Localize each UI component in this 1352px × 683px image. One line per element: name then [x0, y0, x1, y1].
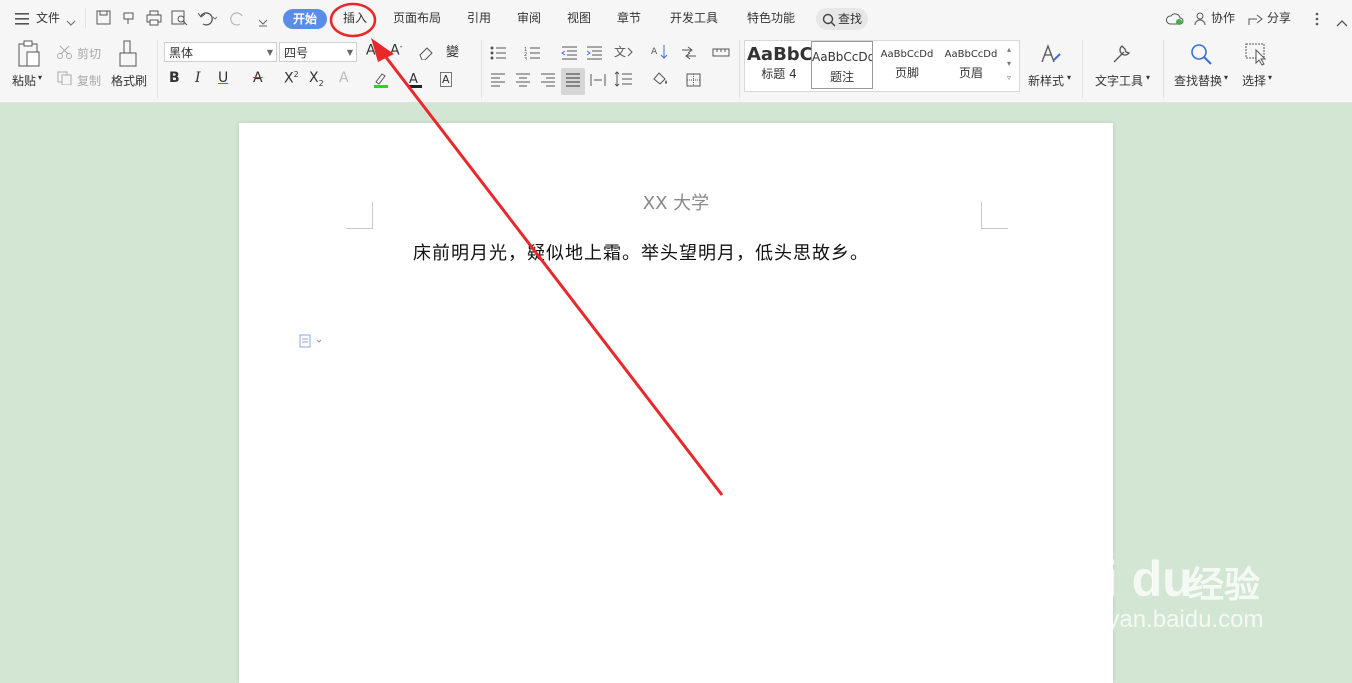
annotation-arrowhead — [371, 38, 394, 62]
watermark-logo: Bai du — [1040, 551, 1193, 607]
watermark-cn: 经验 — [1188, 565, 1261, 606]
annotation-circle — [329, 2, 377, 38]
annotation-arrow-line — [380, 51, 724, 496]
watermark-site: jingyan.baidu.com — [1070, 606, 1264, 633]
